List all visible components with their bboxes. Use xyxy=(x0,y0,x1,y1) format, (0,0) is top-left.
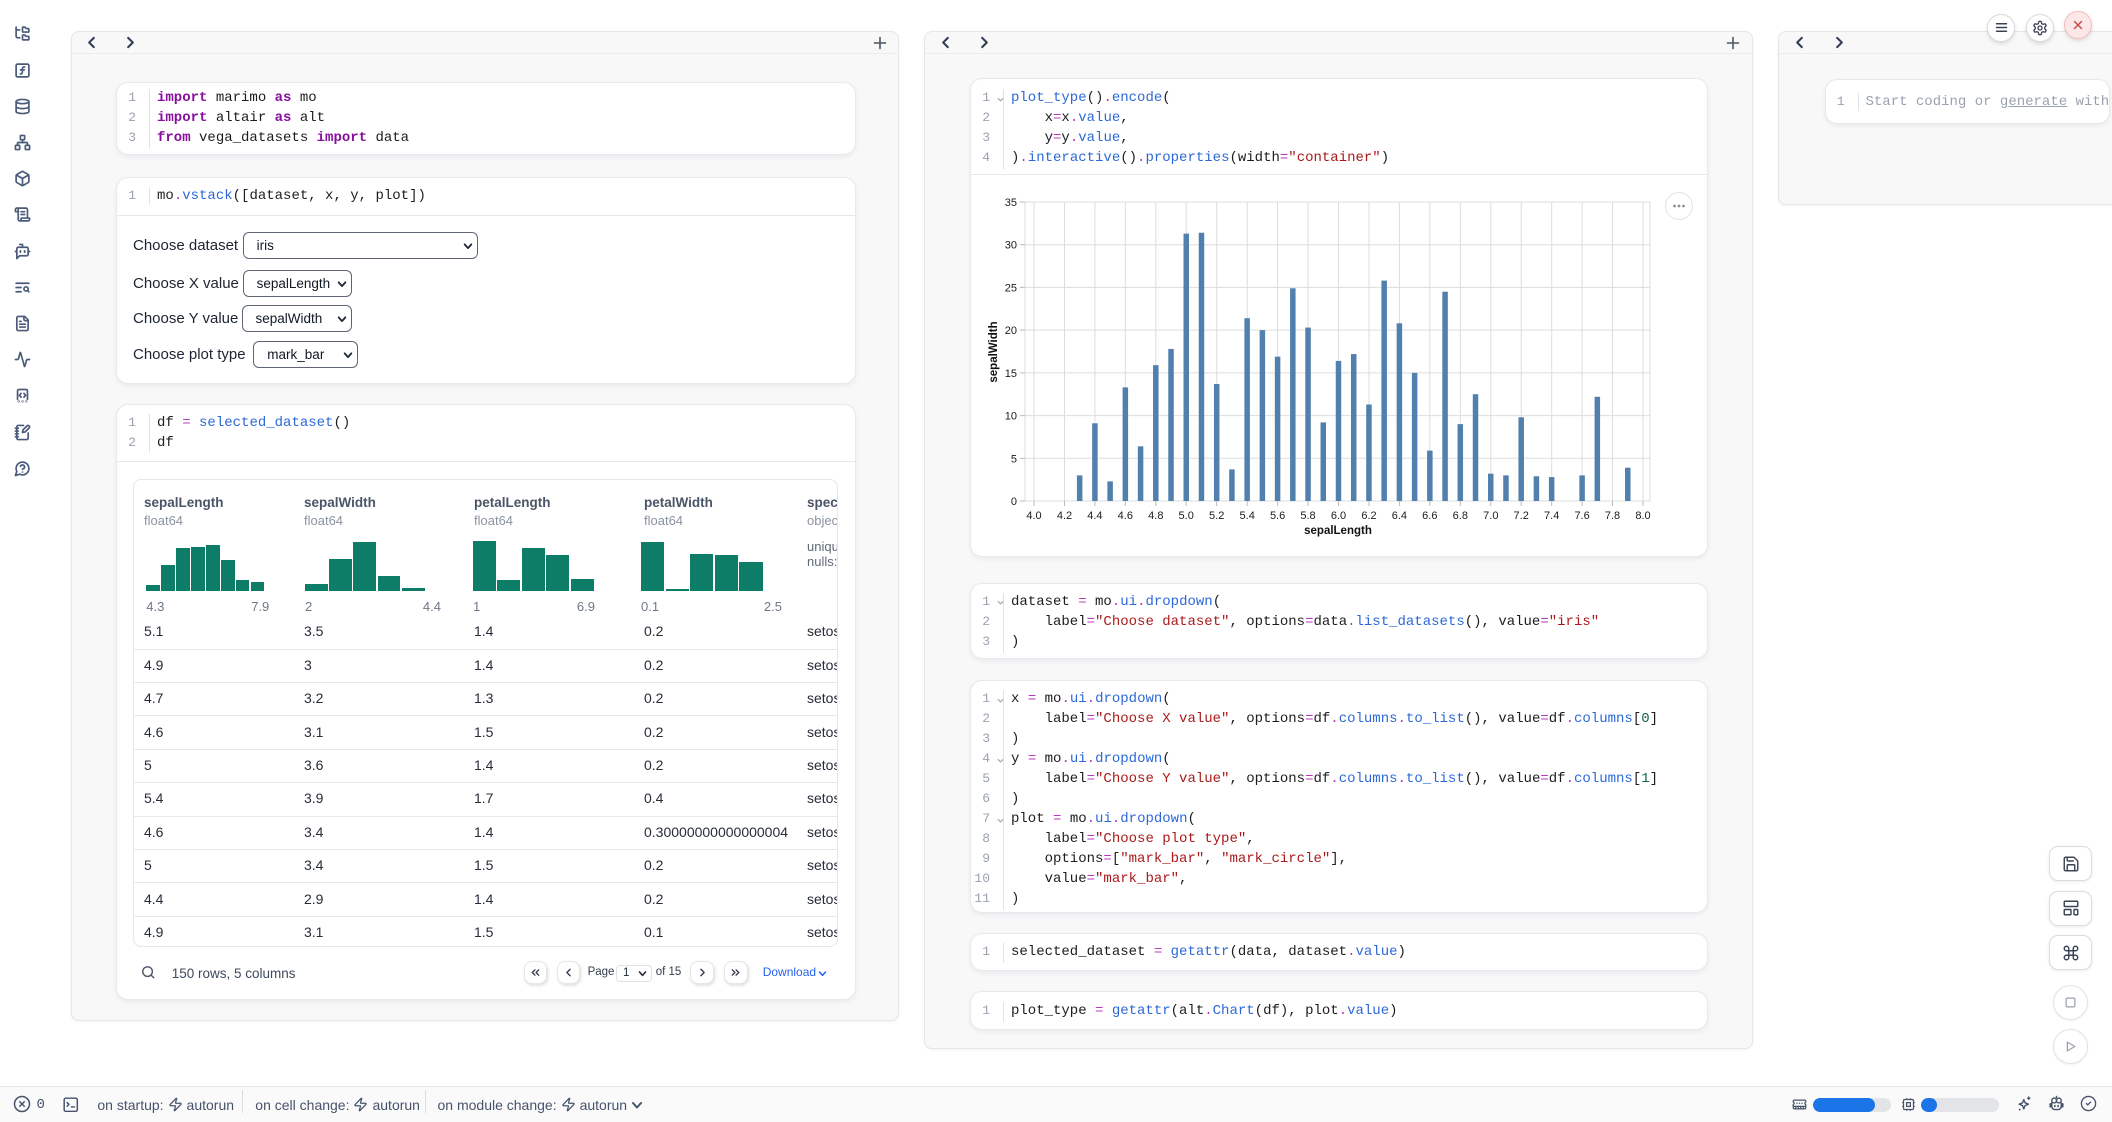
svg-text:15: 15 xyxy=(1005,368,1017,380)
svg-text:7.6: 7.6 xyxy=(1574,510,1589,522)
svg-text:5.0: 5.0 xyxy=(1179,510,1194,522)
svg-text:0: 0 xyxy=(1011,496,1017,508)
svg-text:4.2: 4.2 xyxy=(1057,510,1072,522)
svg-text:6.4: 6.4 xyxy=(1392,510,1407,522)
svg-text:6.2: 6.2 xyxy=(1361,510,1376,522)
svg-text:25: 25 xyxy=(1005,282,1017,294)
svg-text:35: 35 xyxy=(1005,197,1017,209)
svg-text:5.8: 5.8 xyxy=(1300,510,1315,522)
svg-text:8.0: 8.0 xyxy=(1635,510,1650,522)
svg-text:7.4: 7.4 xyxy=(1544,510,1559,522)
svg-text:5: 5 xyxy=(1011,453,1017,465)
svg-text:7.8: 7.8 xyxy=(1605,510,1620,522)
svg-text:4.0: 4.0 xyxy=(1026,510,1041,522)
svg-text:4.6: 4.6 xyxy=(1118,510,1133,522)
svg-text:sepalWidth: sepalWidth xyxy=(988,321,1000,382)
svg-text:20: 20 xyxy=(1005,325,1017,337)
svg-text:4.8: 4.8 xyxy=(1148,510,1163,522)
svg-text:sepalLength: sepalLength xyxy=(1304,525,1372,537)
svg-text:6.0: 6.0 xyxy=(1331,510,1346,522)
svg-text:7.2: 7.2 xyxy=(1514,510,1529,522)
svg-text:5.6: 5.6 xyxy=(1270,510,1285,522)
svg-text:30: 30 xyxy=(1005,240,1017,252)
svg-text:6.8: 6.8 xyxy=(1453,510,1468,522)
svg-text:5.2: 5.2 xyxy=(1209,510,1224,522)
svg-text:4.4: 4.4 xyxy=(1087,510,1102,522)
svg-text:10: 10 xyxy=(1005,411,1017,423)
svg-text:7.0: 7.0 xyxy=(1483,510,1498,522)
svg-text:6.6: 6.6 xyxy=(1422,510,1437,522)
svg-text:5.4: 5.4 xyxy=(1240,510,1255,522)
